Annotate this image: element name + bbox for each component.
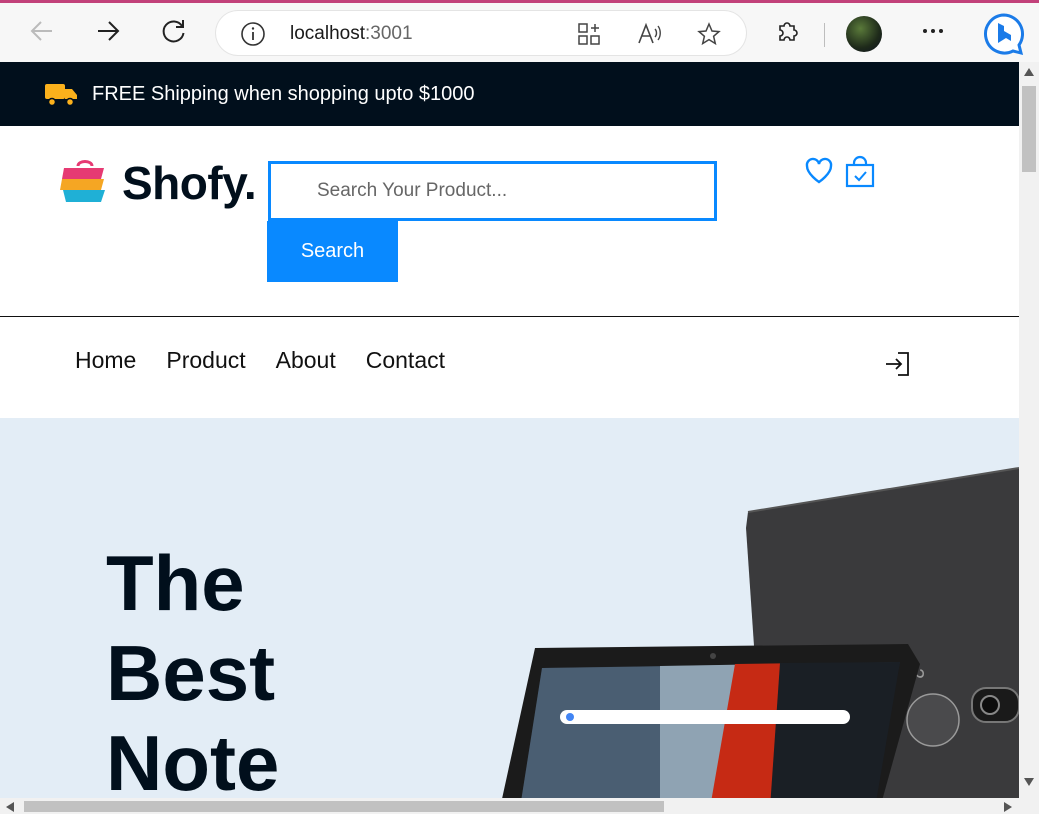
horizontal-scrollbar[interactable] [0, 798, 1019, 814]
vertical-scrollbar[interactable] [1019, 62, 1039, 798]
hero-title: The Best Note [106, 538, 279, 798]
nav-menu: Home Product About Contact [75, 347, 475, 374]
login-icon[interactable] [884, 350, 912, 378]
scroll-left-arrow-icon[interactable] [6, 802, 14, 812]
more-menu-button[interactable] [917, 15, 949, 47]
nav-item-about[interactable]: About [276, 347, 336, 374]
info-icon[interactable] [240, 21, 266, 47]
horizontal-scroll-thumb[interactable] [24, 801, 664, 812]
shipping-banner: FREE Shipping when shopping upto $1000 [0, 62, 1019, 126]
hero-title-line: Best [106, 629, 276, 717]
browser-toolbar: localhost:3001 [0, 0, 1039, 62]
shopping-bag-check-icon[interactable] [844, 155, 876, 189]
extensions-button[interactable] [772, 15, 804, 47]
arrow-left-icon [30, 21, 52, 41]
refresh-icon [162, 20, 185, 43]
nav-item-contact[interactable]: Contact [366, 347, 445, 374]
forward-button[interactable] [92, 15, 124, 47]
url-host: localhost [290, 23, 365, 44]
scroll-down-arrow-icon[interactable] [1024, 778, 1034, 786]
puzzle-icon [779, 22, 798, 41]
scroll-up-arrow-icon[interactable] [1024, 68, 1034, 76]
toolbar-separator [824, 23, 825, 47]
tablet-product-image: 2 [502, 467, 1019, 798]
arrow-right-icon [98, 21, 120, 41]
vertical-scroll-thumb[interactable] [1022, 86, 1036, 172]
main-nav: Home Product About Contact [0, 317, 1019, 417]
address-bar[interactable]: localhost:3001 [216, 11, 746, 55]
heart-icon[interactable] [804, 156, 834, 186]
nav-item-product[interactable]: Product [166, 347, 245, 374]
app-available-icon[interactable] [576, 21, 602, 47]
search-input[interactable] [271, 164, 714, 218]
search-box [268, 161, 717, 221]
favorite-star-icon[interactable] [696, 21, 722, 47]
scrollbar-corner [1019, 798, 1039, 814]
bing-chat-icon [984, 13, 1024, 56]
url-port: :3001 [365, 23, 413, 44]
shopping-bag-logo-icon [60, 160, 105, 202]
nav-item-home[interactable]: Home [75, 347, 136, 374]
scroll-right-arrow-icon[interactable] [1004, 802, 1012, 812]
site-logo[interactable]: Shofy. [60, 156, 257, 210]
profile-avatar[interactable] [846, 16, 882, 52]
read-aloud-icon[interactable] [636, 21, 662, 47]
refresh-button[interactable] [158, 15, 190, 47]
more-dots-icon [923, 29, 943, 33]
url-text: localhost:3001 [290, 23, 413, 45]
site-header: Shofy. Search [0, 126, 1019, 316]
shipping-message: FREE Shipping when shopping upto $1000 [92, 82, 475, 105]
hero-banner: The Best Note 2 [0, 418, 1019, 798]
logo-text: Shofy. [122, 157, 257, 209]
truck-icon [45, 84, 77, 107]
bing-copilot-button[interactable] [981, 12, 1027, 56]
page-viewport: FREE Shipping when shopping upto $1000 S… [0, 62, 1019, 798]
search-button[interactable]: Search [267, 221, 398, 282]
hero-title-line: The [106, 539, 245, 627]
hero-title-line: Note [106, 719, 280, 798]
back-button[interactable] [26, 15, 58, 47]
